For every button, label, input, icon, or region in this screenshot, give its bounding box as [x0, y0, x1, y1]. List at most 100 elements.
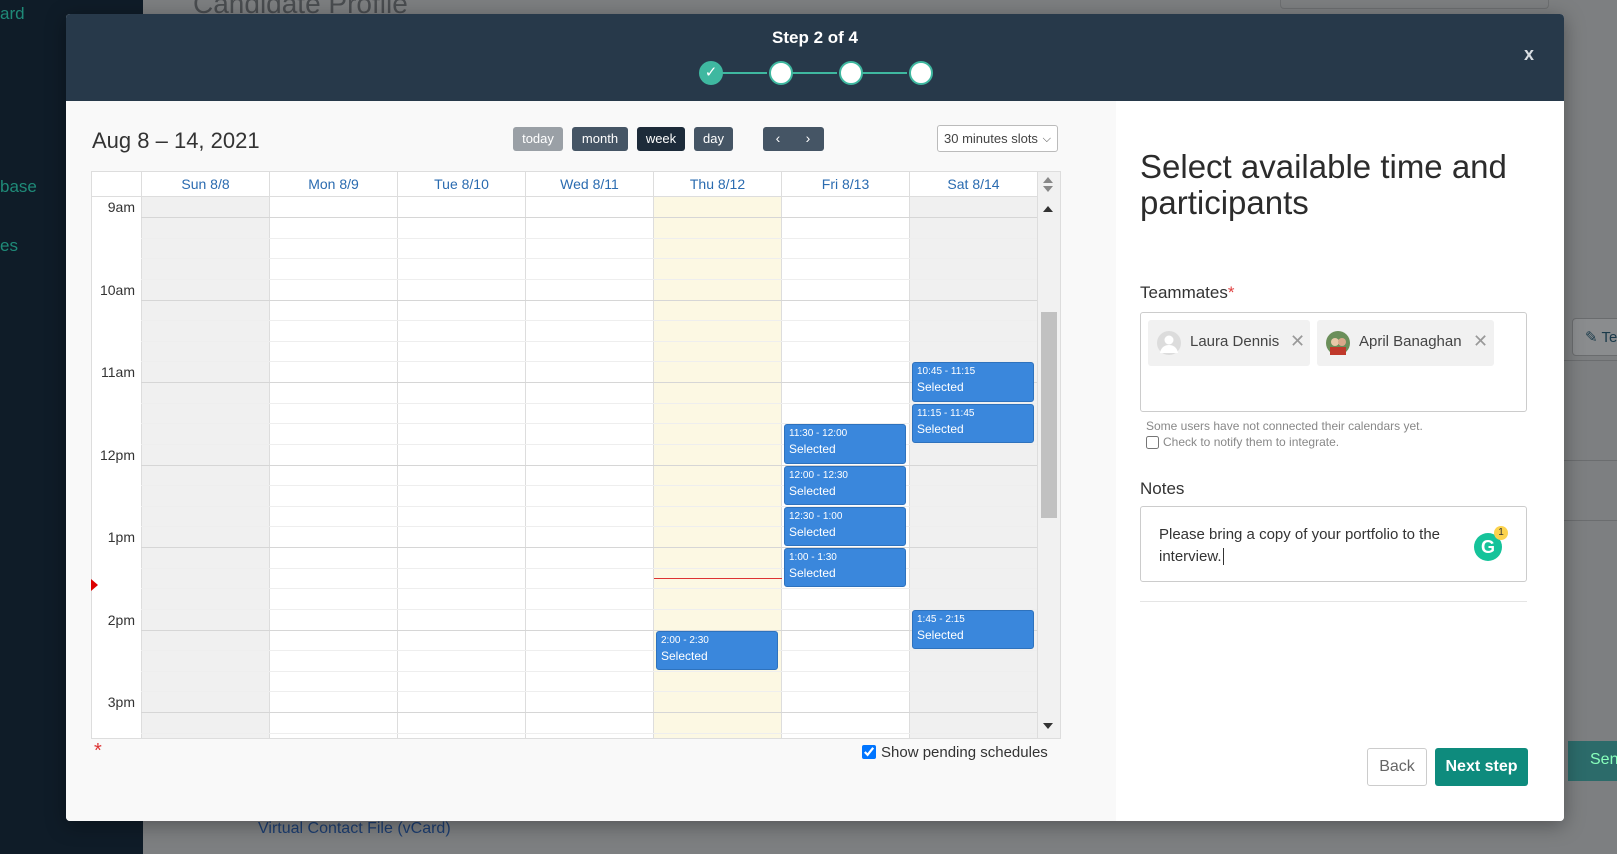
notes-textarea[interactable]: Please bring a copy of your portfolio to…	[1140, 506, 1527, 582]
sidebar-item-partial: base	[0, 177, 37, 196]
step-4-dot	[909, 61, 933, 85]
step-connector	[791, 72, 837, 74]
scroll-up-icon[interactable]	[1043, 177, 1053, 183]
slot-line	[141, 217, 1037, 218]
show-pending-toggle[interactable]: Show pending schedules	[862, 744, 1048, 761]
step-connector	[861, 72, 907, 74]
event-label: Selected	[789, 524, 836, 539]
chevron-left-icon[interactable]: ‹	[763, 127, 793, 151]
sidebar-item-partial: ard	[0, 4, 25, 23]
slot-line	[141, 258, 1037, 260]
chevron-right-icon[interactable]: ›	[793, 127, 823, 151]
slot-line	[141, 732, 1037, 734]
today-button[interactable]: today	[513, 127, 563, 151]
calendar-event[interactable]: 2:00 - 2:30 Selected	[656, 630, 778, 670]
step-connector	[721, 72, 767, 74]
notify-checkbox[interactable]	[1146, 436, 1159, 449]
edit-icon: ✎	[1585, 329, 1598, 346]
day-header: Sat 8/14	[909, 172, 1037, 197]
day-header: Fri 8/13	[781, 172, 909, 197]
view-buttons: today month week day	[513, 127, 783, 151]
calendar-event[interactable]: 1:45 - 2:15 Selected	[912, 609, 1034, 650]
slot-line	[141, 382, 1037, 383]
notes-label: Notes	[1140, 479, 1185, 498]
slot-line	[141, 588, 1037, 590]
calendar-nav: ‹ ›	[763, 127, 824, 151]
remove-icon[interactable]: ✕	[1473, 331, 1488, 352]
slot-line	[141, 278, 1037, 280]
stepper: ✓	[699, 58, 939, 88]
scroll-down-icon[interactable]	[1043, 723, 1053, 729]
month-view-button[interactable]: month	[572, 127, 628, 151]
notify-label: Check to notify them to integrate.	[1163, 435, 1340, 449]
remove-icon[interactable]: ✕	[1290, 331, 1305, 352]
grammarly-badge: 1	[1494, 526, 1508, 540]
close-icon[interactable]: x	[1524, 44, 1534, 65]
checkmark-icon: ✓	[704, 64, 718, 81]
slot-line	[141, 670, 1037, 672]
slot-line	[141, 320, 1037, 322]
background-divider	[1560, 520, 1617, 521]
text-cursor	[1222, 548, 1224, 565]
day-header: Thu 8/12	[653, 172, 781, 197]
background-tab-label: Te	[1601, 329, 1617, 346]
next-step-button[interactable]: Next step	[1435, 748, 1528, 786]
calendar-event[interactable]: 11:30 - 12:00 Selected	[784, 424, 906, 464]
step-1-complete: ✓	[699, 61, 723, 85]
background-divider	[1560, 360, 1617, 361]
scroll-down-icon[interactable]	[1043, 186, 1053, 192]
background-field	[1280, 0, 1549, 9]
calendar-event[interactable]: 11:15 - 11:45 Selected	[912, 403, 1034, 443]
current-time-line	[654, 578, 782, 579]
time-label: 9am	[107, 199, 135, 215]
slot-line	[141, 712, 1037, 713]
step-2-dot	[769, 61, 793, 85]
avatar	[1157, 331, 1181, 355]
time-label: 3pm	[107, 694, 135, 710]
back-button[interactable]: Back	[1367, 748, 1427, 786]
event-label: Selected	[917, 627, 964, 642]
slot-line	[141, 629, 1037, 631]
participants-pane: Select available time and participants T…	[1116, 101, 1564, 821]
notify-toggle[interactable]: Check to notify them to integrate.	[1146, 435, 1339, 449]
teammates-input[interactable]: Laura Dennis ✕ April Banaghan ✕	[1140, 312, 1527, 412]
show-pending-label: Show pending schedules	[881, 744, 1048, 761]
calendar-event[interactable]: 1:00 - 1:30 Selected	[784, 548, 906, 588]
slot-line	[141, 361, 1037, 363]
day-view-button[interactable]: day	[694, 127, 733, 151]
time-label: 10am	[99, 281, 135, 298]
calendar-grid: Sun 8/8 Mon 8/9 Tue 8/10 Wed 8/11 Thu 8/12 Fr…	[91, 171, 1061, 739]
slot-line	[141, 402, 1037, 404]
event-time: 1:45 - 2:15	[917, 613, 965, 625]
event-time: 12:30 - 1:00	[789, 510, 843, 522]
required-marker: *	[94, 740, 102, 762]
event-label: Selected	[917, 380, 964, 395]
avatar	[1326, 331, 1350, 355]
background-send-button: Sen	[1568, 741, 1617, 781]
calendar-event[interactable]: 10:45 - 11:15 Selected	[912, 362, 1034, 402]
divider	[1140, 601, 1527, 602]
event-time: 1:00 - 1:30	[789, 552, 837, 563]
scrollbar-thumb[interactable]	[1041, 312, 1057, 518]
calendar-event[interactable]: 12:00 - 12:30 Selected	[784, 465, 906, 505]
day-header: Tue 8/10	[397, 172, 525, 197]
slot-duration-select[interactable]: 30 minutes slots ⌵	[937, 125, 1058, 152]
calendar-event[interactable]: 12:30 - 1:00 Selected	[784, 506, 906, 546]
show-pending-checkbox[interactable]	[862, 745, 876, 759]
time-label: 11am	[101, 364, 135, 380]
event-label: Selected	[789, 483, 836, 498]
event-time: 11:30 - 12:00	[789, 428, 848, 440]
event-time: 10:45 - 11:15	[917, 366, 976, 378]
slot-line	[141, 299, 1037, 301]
slot-line	[141, 650, 1037, 652]
schedule-modal: Step 2 of 4 ✓ x Aug 8 – 14, 2021 today m…	[66, 14, 1564, 821]
teammate-name: April Banaghan	[1359, 333, 1462, 350]
slot-duration-value: 30 minutes slots	[944, 131, 1038, 146]
time-label: 2pm	[107, 611, 135, 628]
calendar-range-title: Aug 8 – 14, 2021	[92, 128, 260, 153]
week-view-button[interactable]: week	[637, 127, 685, 151]
time-label: 12pm	[99, 446, 135, 463]
event-time: 11:15 - 11:45	[917, 407, 975, 419]
teammates-label-text: Teammates	[1140, 283, 1228, 302]
scroll-up-icon[interactable]	[1043, 206, 1053, 212]
